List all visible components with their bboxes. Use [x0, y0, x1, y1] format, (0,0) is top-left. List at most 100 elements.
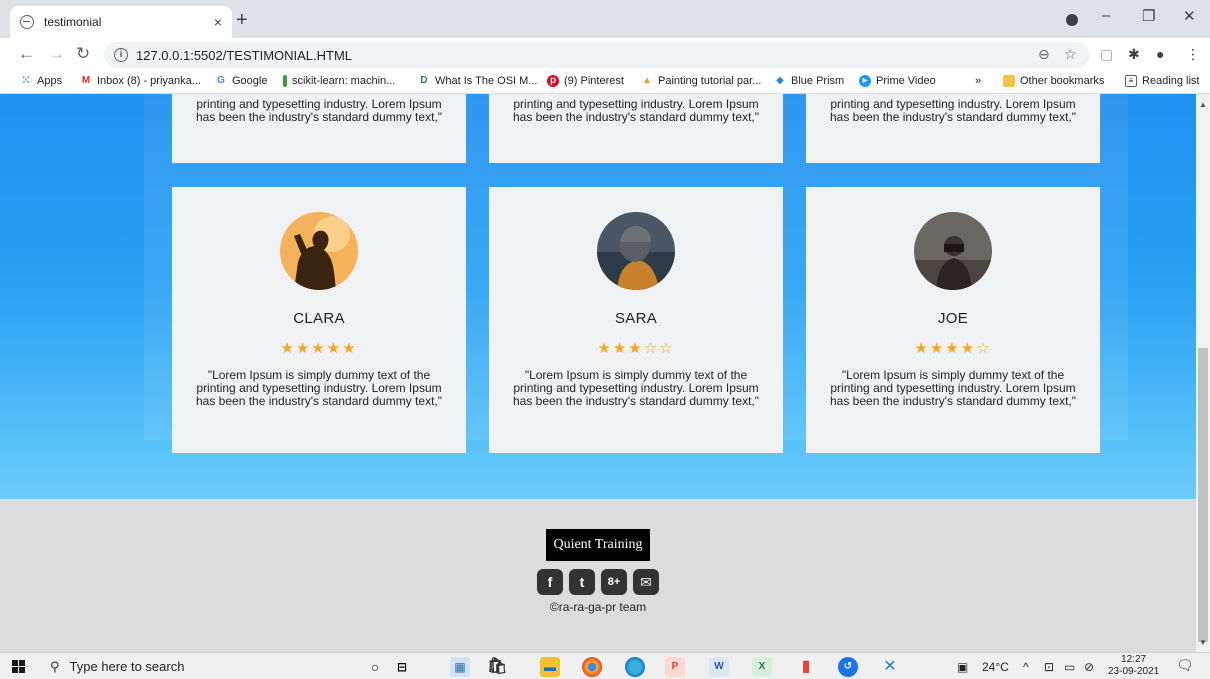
testimonial-card-joe: JOE ★★★★☆ "Lorem Ipsum is simply dummy t…: [806, 187, 1100, 453]
tab-testimonial[interactable]: testimonial ×: [10, 6, 232, 38]
bookmark-reading-list[interactable]: ≡ Reading list: [1125, 75, 1199, 87]
bookmark-primevideo[interactable]: ▸ Prime Video: [859, 75, 936, 87]
reload-icon[interactable]: ↻: [76, 44, 90, 64]
system-clock[interactable]: 12:27 23-09-2021: [1108, 654, 1159, 678]
testimonial-name: JOE: [937, 310, 969, 327]
bookmarks-overflow-button[interactable]: »: [975, 75, 981, 87]
google-icon: G: [217, 75, 225, 86]
googleplus-icon[interactable]: 8+: [601, 569, 627, 595]
puzzle-icon[interactable]: ✱: [1128, 46, 1140, 63]
bookmark-inbox[interactable]: M Inbox (8) - priyanka...: [80, 75, 201, 87]
notification-icon[interactable]: 🗨: [1176, 657, 1194, 674]
profile-indicator-icon[interactable]: [1066, 14, 1078, 26]
star-rating: ★★★★☆: [914, 340, 992, 357]
testimonial-card-top-3: printing and typesetting industry. Lorem…: [806, 94, 1100, 163]
bookmark-painting[interactable]: ▲ Painting tutorial par...: [641, 75, 761, 87]
bookmark-osi[interactable]: D What Is The OSI M...: [418, 75, 538, 87]
bookmark-apps[interactable]: ⁙ Apps: [20, 75, 62, 87]
task-view-icon[interactable]: ⊟: [392, 657, 412, 677]
avatar-clara: [280, 212, 358, 290]
store-icon[interactable]: 🛍: [487, 657, 507, 677]
bookmark-google[interactable]: G Google: [215, 75, 267, 87]
close-window-button[interactable]: ✕: [1183, 7, 1196, 25]
bookmark-label: What Is The OSI M...: [435, 75, 538, 87]
weather-temp[interactable]: 24°C: [982, 660, 1009, 674]
chrome-icon[interactable]: [582, 657, 602, 677]
tab-strip: testimonial × + – ❐ ✕: [0, 0, 1210, 38]
file-explorer-icon[interactable]: ▬: [540, 657, 560, 677]
bookmark-label: Google: [232, 75, 268, 87]
tab-close-button[interactable]: ×: [214, 14, 222, 30]
bookmark-other[interactable]: Other bookmarks: [1003, 75, 1104, 87]
testimonial-text: printing and typesetting industry. Lorem…: [195, 97, 442, 124]
edge-icon[interactable]: [625, 657, 645, 677]
copyright-text: ©ra-ra-ga-pr team: [549, 600, 647, 614]
clock-time: 12:27: [1121, 654, 1147, 665]
testimonial-text: printing and typesetting industry. Lorem…: [512, 97, 759, 124]
bookmark-label: Inbox (8) - priyanka...: [97, 75, 201, 87]
bookmark-pinterest[interactable]: p (9) Pinterest: [547, 75, 624, 87]
cortana-icon[interactable]: ○: [365, 657, 385, 677]
gmail-icon: M: [81, 75, 91, 86]
primevideo-icon: ▸: [859, 75, 871, 87]
bookmarks-bar: ⁙ Apps M Inbox (8) - priyanka... G Googl…: [0, 72, 1210, 94]
facebook-icon[interactable]: f: [537, 569, 563, 595]
testimonial-card-top-1: printing and typesetting industry. Lorem…: [172, 94, 466, 163]
scroll-down-arrow-icon[interactable]: ▼: [1199, 638, 1207, 647]
apps-grid-icon: ⁙: [21, 75, 31, 86]
zoom-icon[interactable]: ⊖: [1038, 46, 1050, 63]
bookmark-blueprism[interactable]: ◆ Blue Prism: [774, 75, 844, 87]
forward-arrow-icon[interactable]: →: [48, 44, 65, 64]
scikit-icon: [283, 75, 287, 87]
twitter-icon[interactable]: t: [569, 569, 595, 595]
testimonial-card-top-2: printing and typesetting industry. Lorem…: [489, 94, 783, 163]
minimize-button[interactable]: –: [1102, 7, 1110, 24]
testimonial-card-sara: SARA ★★★☆☆ "Lorem Ipsum is simply dummy …: [489, 187, 783, 453]
back-arrow-icon[interactable]: ←: [18, 44, 35, 64]
url-text: 127.0.0.1:5502/TESTIMONIAL.HTML: [136, 47, 353, 63]
powerpoint-icon[interactable]: P: [665, 657, 685, 677]
bookmark-star-icon[interactable]: ☆: [1064, 46, 1077, 63]
profile-avatar-icon[interactable]: ●: [1156, 46, 1164, 62]
bookmark-label: Other bookmarks: [1020, 75, 1105, 87]
windows-taskbar: ⚲ Type here to search ○ ⊟ ▦ 🛍 ▬ P W X ▮ …: [0, 652, 1210, 679]
globe-icon: [20, 15, 34, 29]
pinterest-icon: p: [547, 75, 559, 87]
bookmark-label: scikit-learn: machin...: [292, 75, 396, 87]
office-icon[interactable]: ▮: [796, 657, 816, 677]
weather-icon[interactable]: ▣: [957, 660, 968, 674]
taskbar-search[interactable]: ⚲ Type here to search: [50, 653, 350, 679]
bookmark-label: Painting tutorial par...: [658, 75, 762, 87]
testimonial-text: printing and typesetting industry. Lorem…: [829, 97, 1076, 124]
menu-dots-icon[interactable]: ⋮: [1186, 46, 1200, 63]
volume-mute-icon[interactable]: ⊘: [1084, 660, 1094, 674]
maximize-button[interactable]: ❐: [1142, 7, 1155, 25]
page-footer: Quient Training f t 8+ ✉ ©ra-ra-ga-pr te…: [0, 499, 1196, 652]
new-tab-button[interactable]: +: [236, 9, 248, 32]
windows-start-icon[interactable]: [12, 660, 25, 673]
social-links: f t 8+ ✉: [0, 569, 1196, 595]
bookmark-label: (9) Pinterest: [564, 75, 624, 87]
word-icon[interactable]: W: [709, 657, 729, 677]
bookmark-scikit[interactable]: scikit-learn: machin...: [283, 75, 395, 87]
vscode-icon[interactable]: ✕: [880, 657, 900, 677]
page-scrollbar[interactable]: ▲ ▼: [1196, 94, 1210, 652]
search-icon: ⚲: [50, 658, 60, 674]
email-icon[interactable]: ✉: [633, 569, 659, 595]
testimonial-text: "Lorem Ipsum is simply dummy text of the…: [512, 368, 759, 408]
excel-icon[interactable]: X: [752, 657, 772, 677]
info-icon[interactable]: i: [114, 48, 128, 62]
address-bar[interactable]: i 127.0.0.1:5502/TESTIMONIAL.HTML: [104, 42, 1090, 68]
scroll-up-arrow-icon[interactable]: ▲: [1199, 100, 1207, 109]
battery-icon[interactable]: ▭: [1064, 660, 1075, 674]
network-icon[interactable]: ⊡: [1044, 660, 1054, 674]
photos-icon[interactable]: ▦: [450, 657, 470, 677]
brand-logo[interactable]: Quient Training: [546, 529, 650, 561]
tab-title: testimonial: [44, 15, 102, 29]
testimonial-card-clara: CLARA ★★★★★ "Lorem Ipsum is simply dummy…: [172, 187, 466, 453]
extension-icon[interactable]: ▢: [1100, 46, 1113, 63]
app-icon[interactable]: ↺: [838, 657, 858, 677]
tray-chevron-icon[interactable]: ^: [1023, 660, 1029, 674]
scrollbar-thumb[interactable]: [1198, 348, 1208, 642]
testimonial-name: SARA: [614, 310, 658, 327]
